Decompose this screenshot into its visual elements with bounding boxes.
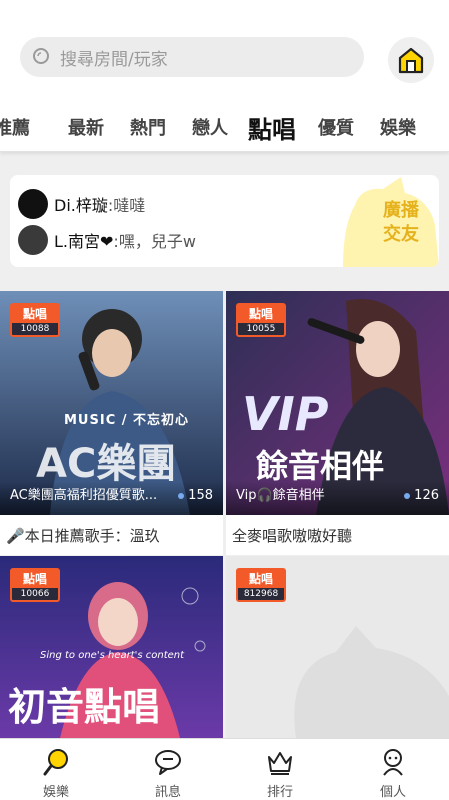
nav-label: 娛樂 [42, 785, 69, 800]
room-id: 10055 [246, 324, 276, 334]
home-icon [398, 47, 424, 74]
room-badge-label: 點唱 [238, 570, 284, 588]
room-badge-label: 點唱 [12, 305, 58, 323]
broadcast-cta[interactable]: 廣播 交友 [377, 199, 425, 247]
search-bar[interactable]: 搜尋房間/玩家 [20, 37, 364, 77]
search-icon [33, 48, 49, 64]
room-badge: 點唱 812968 [236, 568, 286, 602]
room-caption: 全麥唱歌嗷嗷好聽 [226, 515, 449, 555]
top-bar: 搜尋房間/玩家 [0, 0, 449, 100]
tab-hot[interactable]: 熱門 [130, 114, 166, 140]
person-icon [383, 749, 403, 776]
room-badge: 點唱 10055 [236, 303, 286, 337]
room-caption: 🎤本日推薦歌手：溫玖 [0, 515, 223, 555]
broadcast-text: :噠噠 [107, 196, 146, 215]
nav-label: 訊息 [154, 785, 181, 800]
home-button[interactable] [388, 37, 434, 83]
broadcast-cta-line2: 交友 [383, 224, 419, 245]
room-id: 10088 [20, 324, 50, 334]
room-title: AC樂團高福利招優質歌... [10, 488, 158, 503]
tab-song-request-label: 點唱 [248, 116, 296, 144]
chat-icon [155, 750, 181, 775]
nav-label: 排行 [266, 785, 293, 800]
broadcast-user-name: Di.梓璇 [54, 196, 108, 215]
room-id: 10066 [20, 589, 50, 599]
tab-latest[interactable]: 最新 [68, 114, 104, 140]
category-tabs: 推薦 最新 熱門 戀人 點唱 優質 娛樂 [0, 100, 449, 152]
app-root: 搜尋房間/玩家 推薦 最新 熱門 戀人 點唱 優質 娛樂 Di.梓璇 :噠噠 L… [0, 0, 449, 800]
room-id: 812968 [243, 589, 279, 599]
room-badge: 點唱 10088 [10, 303, 60, 337]
microphone-icon [43, 749, 68, 776]
search-placeholder: 搜尋房間/玩家 [60, 49, 168, 70]
tab-recommended[interactable]: 推薦 [0, 114, 30, 140]
room-card[interactable]: 點唱 812968 [226, 556, 449, 738]
room-art-subtitle: MUSIC / 不忘初心 [64, 413, 190, 428]
room-count-value: 158 [188, 488, 213, 503]
listener-icon [178, 492, 185, 499]
tab-song-request[interactable]: 點唱 [248, 110, 302, 145]
tab-lovers[interactable]: 戀人 [192, 114, 228, 140]
nav-profile[interactable]: 個人 [363, 747, 423, 800]
nav-entertainment[interactable]: 娛樂 [26, 747, 86, 800]
room-title: Vip🎧餘音相伴 [236, 488, 325, 503]
broadcast-message: L.南宮❤ :嘿，兒子w [18, 225, 196, 255]
nav-label: 個人 [379, 785, 406, 800]
room-card[interactable]: VIP 餘音相伴 點唱 10055 Vip🎧餘音相伴 126 [226, 291, 449, 515]
room-art-subtitle: Sing to one's heart's content [40, 650, 185, 661]
broadcast-card[interactable]: Di.梓璇 :噠噠 L.南宮❤ :嘿，兒子w 廣播 交友 [10, 175, 439, 267]
room-art-subtitle: VIP [242, 387, 329, 441]
listener-icon [404, 492, 411, 499]
room-listener-count: 126 [404, 488, 439, 503]
broadcast-cta-line1: 廣播 [383, 200, 419, 221]
room-listener-count: 158 [178, 488, 213, 503]
room-badge-label: 點唱 [238, 305, 284, 323]
room-badge: 點唱 10066 [10, 568, 60, 602]
avatar [18, 225, 48, 255]
broadcast-message: Di.梓璇 :噠噠 [18, 189, 145, 219]
tab-entertainment[interactable]: 娛樂 [380, 114, 416, 140]
broadcast-text: :嘿，兒子w [113, 232, 196, 251]
crown-icon [268, 752, 292, 775]
tab-quality[interactable]: 優質 [318, 114, 354, 140]
room-badge-label: 點唱 [12, 570, 58, 588]
avatar [18, 189, 48, 219]
room-count-value: 126 [414, 488, 439, 503]
nav-ranking[interactable]: 排行 [250, 747, 310, 800]
room-card[interactable]: Sing to one's heart's content 初音點唱 點唱 10… [0, 556, 223, 738]
room-art-title: 初音點唱 [8, 685, 161, 729]
room-card[interactable]: MUSIC / 不忘初心 AC樂團 點唱 10088 AC樂團高福利招優質歌..… [0, 291, 223, 515]
bottom-nav: 娛樂 訊息 排行 個人 [0, 738, 449, 800]
broadcast-user-name: L.南宮❤ [54, 232, 114, 251]
nav-messages[interactable]: 訊息 [138, 747, 198, 800]
